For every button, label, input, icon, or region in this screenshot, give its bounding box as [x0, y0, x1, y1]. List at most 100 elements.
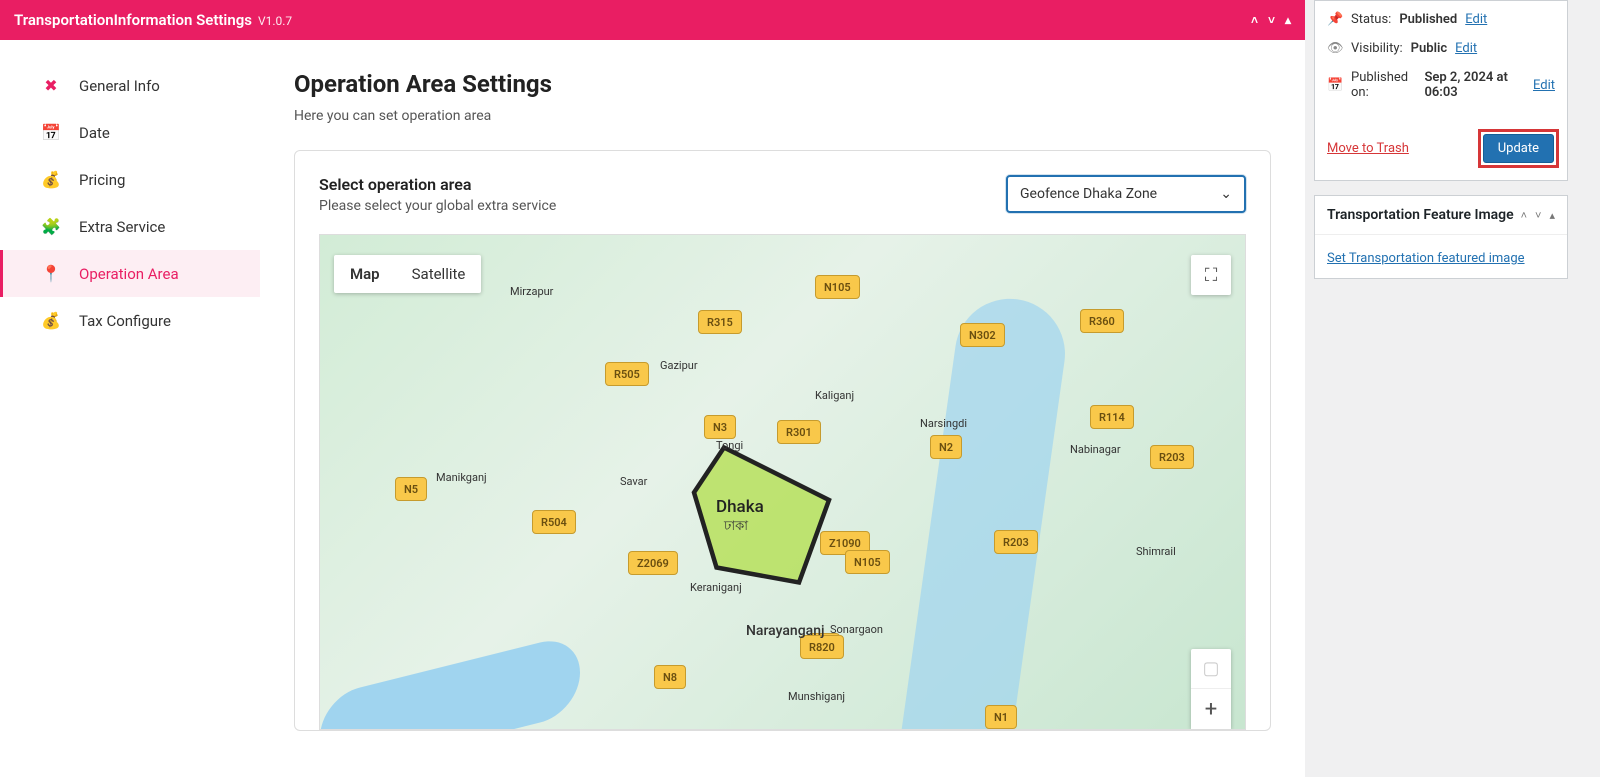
operation-area-map[interactable]: N4 R315 R505 N3 R301 R504 Z2069 N5 Z1090… [319, 234, 1246, 730]
nav-label: Date [79, 124, 110, 142]
road-badge: N105 [815, 275, 860, 299]
nav-label: General Info [79, 77, 160, 95]
update-button[interactable]: Update [1483, 134, 1554, 163]
map-zoom-control: ▢ + [1191, 649, 1231, 729]
settings-header: TransportationInformation Settings V1.0.… [0, 0, 1305, 40]
map-fullscreen-button[interactable]: ⛶ [1191, 255, 1231, 295]
road-badge: R114 [1090, 405, 1134, 429]
map-city-dhaka: Dhaka [716, 497, 764, 517]
publishedon-row: 📅 Published on: Sep 2, 2024 at 06:03 Edi… [1327, 63, 1555, 107]
map-river [320, 633, 580, 730]
panel-up-icon[interactable]: ˄ [1521, 209, 1527, 222]
nav-pricing[interactable]: 💰 Pricing [0, 156, 260, 203]
map-city: Gazipur [660, 359, 698, 372]
operation-area-card: Select operation area Please select your… [294, 150, 1271, 731]
fullscreen-icon: ⛶ [1205, 265, 1218, 286]
road-badge: R360 [1080, 309, 1124, 333]
road-badge: R315 [698, 310, 742, 334]
map-city: Sonargaon [830, 623, 883, 636]
pin-icon: 📌 [1327, 12, 1343, 27]
header-version: V1.0.7 [258, 14, 292, 28]
chevron-down-icon: ⌄ [1220, 186, 1232, 202]
nav-label: Pricing [79, 171, 125, 189]
settings-nav: ✖ General Info 📅 Date 💰 Pricing 🧩 Extra … [0, 40, 260, 777]
map-city: Keraniganj [690, 581, 742, 594]
move-to-trash-link[interactable]: Move to Trash [1327, 141, 1409, 156]
publishedon-value: Sep 2, 2024 at 06:03 [1424, 70, 1525, 100]
publishedon-edit-link[interactable]: Edit [1533, 78, 1555, 93]
header-title: TransportationInformation Settings [14, 11, 252, 29]
hand-coin-icon: 💰 [41, 170, 61, 189]
map-city: Munshiganj [788, 690, 845, 703]
map-type-satellite[interactable]: Satellite [396, 255, 482, 293]
nav-tax-configure[interactable]: 💰 Tax Configure [0, 297, 260, 344]
page-title: Operation Area Settings [294, 70, 1271, 98]
road-badge: N8 [654, 665, 686, 689]
settings-main: TransportationInformation Settings V1.0.… [0, 0, 1305, 777]
nav-operation-area[interactable]: 📍 Operation Area [0, 250, 260, 297]
map-river [838, 292, 1072, 730]
map-city: Narsingdi [920, 417, 967, 430]
panel-down-icon[interactable]: ˅ [1268, 13, 1275, 27]
road-badge: N5 [395, 477, 427, 501]
road-badge: R504 [532, 510, 576, 534]
select-label: Select operation area [319, 175, 556, 194]
select-value: Geofence Dhaka Zone [1020, 186, 1157, 202]
panel-up-icon[interactable]: ˄ [1251, 13, 1258, 27]
settings-body: Operation Area Settings Here you can set… [260, 40, 1305, 777]
map-zoom-in[interactable]: + [1191, 689, 1231, 729]
map-city: Manikganj [436, 471, 487, 484]
status-value: Published [1399, 12, 1457, 27]
hand-coin-icon: 💰 [41, 311, 61, 330]
visibility-value: Public [1411, 41, 1447, 56]
road-badge: R203 [1150, 445, 1194, 469]
select-help: Please select your global extra service [319, 198, 556, 214]
status-row: 📌 Status: Published Edit [1327, 5, 1555, 34]
map-city: Mirzapur [510, 285, 553, 298]
visibility-edit-link[interactable]: Edit [1455, 41, 1477, 56]
update-highlight: Update [1478, 129, 1559, 168]
panel-toggle-icon[interactable]: ▴ [1285, 13, 1291, 27]
calendar-icon: 📅 [41, 123, 61, 142]
road-badge: N3 [704, 415, 736, 439]
operation-area-select[interactable]: Geofence Dhaka Zone ⌄ [1006, 175, 1246, 213]
calendar-icon: 📅 [1327, 78, 1343, 93]
map-city: Savar [620, 475, 647, 488]
road-badge: N1 [985, 705, 1017, 729]
map-pin-icon: 📍 [41, 264, 61, 283]
publish-box: 📌 Status: Published Edit 👁 Visibility: P… [1314, 0, 1568, 181]
road-badge: R505 [605, 362, 649, 386]
map-city-dhaka-bn: ঢাকা [724, 517, 748, 538]
map-city: Kaliganj [815, 389, 854, 402]
nav-extra-service[interactable]: 🧩 Extra Service [0, 203, 260, 250]
map-type-toggle: Map Satellite [334, 255, 481, 293]
status-edit-link[interactable]: Edit [1465, 12, 1487, 27]
eye-icon: 👁 [1327, 41, 1343, 56]
map-city: Shimrail [1136, 545, 1176, 558]
road-badge: N2 [930, 435, 962, 459]
nav-general-info[interactable]: ✖ General Info [0, 62, 260, 109]
map-zoom-blank[interactable]: ▢ [1191, 649, 1231, 689]
map-city: Nabinagar [1070, 443, 1121, 456]
road-badge: R203 [994, 530, 1038, 554]
map-city: Narayanganj [746, 623, 825, 639]
road-badge: Z2069 [628, 551, 678, 575]
feature-panel-title: Transportation Feature Image [1327, 206, 1514, 224]
visibility-row: 👁 Visibility: Public Edit [1327, 34, 1555, 63]
panel-down-icon[interactable]: ˅ [1535, 209, 1541, 222]
feature-image-panel: Transportation Feature Image ˄ ˅ ▴ Set T… [1314, 195, 1568, 279]
nav-date[interactable]: 📅 Date [0, 109, 260, 156]
map-type-map[interactable]: Map [334, 255, 396, 293]
nav-label: Extra Service [79, 218, 165, 236]
road-badge: N302 [960, 323, 1005, 347]
nav-label: Operation Area [79, 265, 179, 283]
page-subtitle: Here you can set operation area [294, 108, 1271, 124]
plugin-icon: 🧩 [41, 217, 61, 236]
set-featured-image-link[interactable]: Set Transportation featured image [1327, 251, 1525, 266]
tools-icon: ✖ [41, 76, 61, 95]
road-badge: N105 [845, 550, 890, 574]
nav-label: Tax Configure [79, 312, 171, 330]
map-city: Tongi [716, 439, 743, 452]
publish-sidebar: 📌 Status: Published Edit 👁 Visibility: P… [1312, 0, 1570, 777]
panel-toggle-icon[interactable]: ▴ [1549, 209, 1555, 222]
